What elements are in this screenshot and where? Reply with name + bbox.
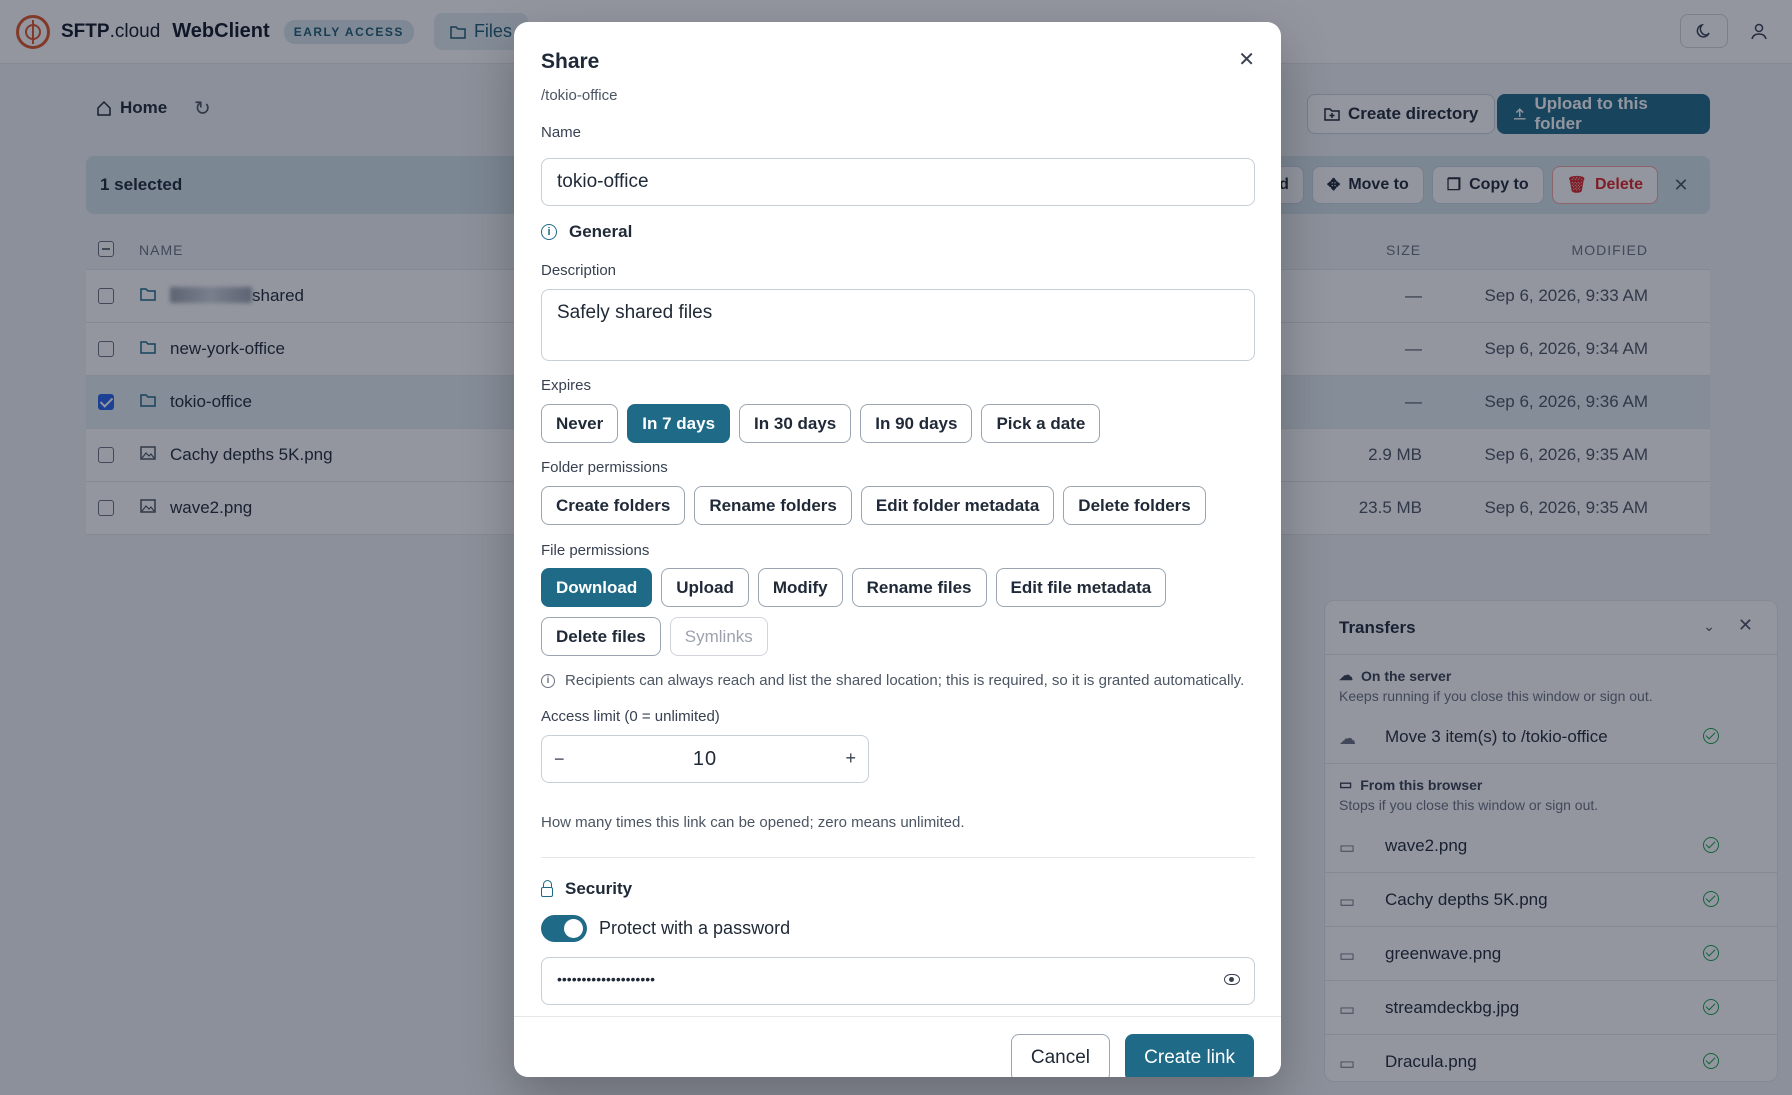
general-section-title: i General xyxy=(541,222,632,242)
share-dialog: ✕ Share /tokio-office Name tokio-office … xyxy=(514,22,1281,1077)
share-path: /tokio-office xyxy=(541,87,618,104)
info-icon: i xyxy=(541,224,557,240)
create-link-button[interactable]: Create link xyxy=(1125,1034,1254,1077)
perm-modify[interactable]: Modify xyxy=(757,568,843,607)
name-input[interactable]: tokio-office xyxy=(541,158,1255,206)
perm-rename-files[interactable]: Rename files xyxy=(851,568,987,607)
access-limit-value[interactable]: 10 xyxy=(542,748,868,771)
perm-edit-file-metadata[interactable]: Edit file metadata xyxy=(995,568,1167,607)
cancel-button[interactable]: Cancel xyxy=(1010,1034,1110,1077)
perm-rename-folders[interactable]: Rename folders xyxy=(694,486,852,525)
divider xyxy=(541,857,1255,858)
password-toggle[interactable] xyxy=(541,915,587,942)
expires-7-days-option[interactable]: In 7 days xyxy=(627,404,731,443)
file-permissions-label: File permissions xyxy=(541,542,650,559)
file-permissions-options: Download Upload Modify Rename files Edit… xyxy=(541,568,1261,656)
password-toggle-label: Protect with a password xyxy=(599,918,791,938)
expires-never-option[interactable]: Never xyxy=(541,404,619,443)
description-label: Description xyxy=(541,262,617,279)
perm-upload[interactable]: Upload xyxy=(661,568,749,607)
expires-pick-date-option[interactable]: Pick a date xyxy=(981,404,1101,443)
expires-90-days-option[interactable]: In 90 days xyxy=(860,404,973,443)
perm-download[interactable]: Download xyxy=(541,568,653,607)
description-input[interactable]: Safely shared files xyxy=(541,289,1255,361)
security-section-title: Security xyxy=(541,879,632,899)
perm-delete-folders[interactable]: Delete folders xyxy=(1063,486,1206,525)
info-icon: i xyxy=(541,673,555,688)
expires-options: Never In 7 days In 30 days In 90 days Pi… xyxy=(541,404,1261,443)
dialog-title: Share xyxy=(541,50,600,73)
access-limit-hint: How many times this link can be opened; … xyxy=(541,814,965,831)
plus-icon[interactable]: + xyxy=(845,748,856,769)
close-icon[interactable]: ✕ xyxy=(1238,47,1255,72)
dialog-footer: Cancel Create link xyxy=(514,1016,1281,1077)
password-toggle-row: Protect with a password xyxy=(541,915,790,942)
perm-create-folders[interactable]: Create folders xyxy=(541,486,686,525)
name-label: Name xyxy=(541,124,582,141)
perm-symlinks: Symlinks xyxy=(669,617,768,656)
password-value: •••••••••••••••••••• xyxy=(557,971,656,987)
recipients-note: i Recipients can always reach and list t… xyxy=(541,672,1244,689)
folder-permissions-options: Create folders Rename folders Edit folde… xyxy=(541,486,1261,525)
eye-icon[interactable] xyxy=(1224,974,1240,985)
expires-label: Expires xyxy=(541,377,592,394)
folder-permissions-label: Folder permissions xyxy=(541,459,668,476)
lock-icon xyxy=(541,879,553,897)
password-input[interactable]: •••••••••••••••••••• xyxy=(541,957,1255,1005)
expires-30-days-option[interactable]: In 30 days xyxy=(739,404,852,443)
perm-edit-folder-metadata[interactable]: Edit folder metadata xyxy=(860,486,1055,525)
access-limit-stepper: − 10 + xyxy=(541,735,869,783)
perm-delete-files[interactable]: Delete files xyxy=(541,617,661,656)
access-limit-label: Access limit (0 = unlimited) xyxy=(541,708,720,725)
